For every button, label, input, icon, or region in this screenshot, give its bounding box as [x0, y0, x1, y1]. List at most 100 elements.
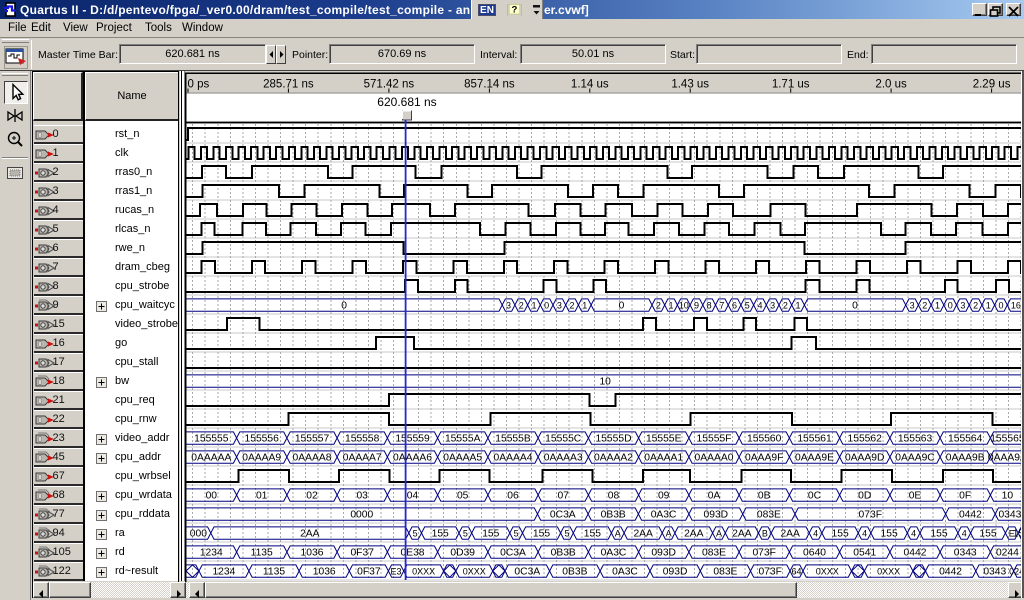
svg-text:0AAAAA: 0AAAAA	[191, 453, 231, 464]
svg-text:093D: 093D	[651, 548, 676, 559]
svg-text:155: 155	[832, 529, 849, 540]
svg-text:9: 9	[694, 301, 699, 311]
svg-text:1234: 1234	[212, 567, 235, 578]
svg-text:A: A	[716, 529, 722, 539]
svg-text:4: 4	[757, 301, 762, 311]
svg-text:620.681 ns: 620.681 ns	[377, 95, 436, 109]
svg-text:4: 4	[813, 529, 818, 539]
svg-text:03: 03	[356, 491, 368, 502]
svg-text:1: 1	[582, 301, 587, 311]
svg-text:000: 000	[190, 529, 207, 540]
svg-text:5: 5	[514, 529, 519, 539]
svg-text:155: 155	[533, 529, 550, 540]
svg-text:E3: E3	[390, 567, 401, 577]
svg-text:A: A	[615, 529, 621, 539]
svg-text:083E: 083E	[713, 567, 737, 578]
svg-text:073F: 073F	[859, 510, 882, 521]
svg-text:155555: 155555	[194, 434, 229, 445]
svg-text:0A3C: 0A3C	[612, 567, 638, 578]
svg-text:3: 3	[557, 301, 562, 311]
svg-text:01: 01	[256, 491, 268, 502]
svg-text:0A: 0A	[708, 491, 721, 502]
svg-text:07: 07	[557, 491, 569, 502]
svg-text:0A3C: 0A3C	[651, 510, 677, 521]
svg-text:2: 2	[783, 301, 788, 311]
svg-text:08: 08	[608, 491, 620, 502]
svg-text:02: 02	[306, 491, 318, 502]
svg-text:6: 6	[732, 301, 737, 311]
svg-text:0343: 0343	[998, 510, 1021, 521]
svg-text:3: 3	[960, 301, 965, 311]
svg-text:155: 155	[482, 529, 499, 540]
svg-text:5: 5	[745, 301, 750, 311]
svg-text:0F37: 0F37	[357, 567, 381, 578]
svg-text:3: 3	[506, 301, 511, 311]
svg-text:3: 3	[770, 301, 775, 311]
svg-text:0D39: 0D39	[450, 548, 475, 559]
svg-text:155558: 155558	[345, 434, 380, 445]
svg-text:06: 06	[507, 491, 519, 502]
svg-text:073F: 073F	[752, 548, 775, 559]
svg-text:0: 0	[998, 301, 1003, 311]
svg-text:155561: 155561	[797, 434, 832, 445]
svg-text:155: 155	[930, 529, 947, 540]
svg-text:0: 0	[544, 301, 549, 311]
svg-text:0B: 0B	[758, 491, 771, 502]
svg-text:2AA: 2AA	[633, 529, 653, 540]
svg-text:15555B: 15555B	[495, 434, 531, 445]
svg-text:0C: 0C	[808, 491, 822, 502]
svg-text:0AAA9B: 0AAA9B	[946, 453, 985, 464]
svg-text:0XXX: 0XXX	[877, 567, 900, 577]
svg-text:0F37: 0F37	[350, 548, 374, 559]
svg-text:1: 1	[986, 301, 991, 311]
svg-text:0XXX: 0XXX	[412, 567, 435, 577]
svg-text:0541: 0541	[853, 548, 876, 559]
svg-text:083E: 083E	[702, 548, 726, 559]
svg-text:0AAA9E: 0AAA9E	[795, 453, 834, 464]
svg-text:0AAAA0: 0AAAA0	[695, 453, 734, 464]
svg-text:2AA: 2AA	[300, 529, 320, 540]
svg-text:2: 2	[569, 301, 574, 311]
svg-text:0AAAA6: 0AAAA6	[393, 453, 432, 464]
svg-text:2: 2	[519, 301, 524, 311]
svg-text:155565: 155565	[990, 434, 1024, 445]
svg-text:0AAAA7: 0AAAA7	[343, 453, 382, 464]
svg-text:0343: 0343	[954, 548, 977, 559]
svg-text:0000: 0000	[350, 510, 373, 521]
svg-text:10: 10	[1002, 491, 1014, 502]
svg-text:0B3B: 0B3B	[551, 548, 576, 559]
svg-text:05: 05	[457, 491, 469, 502]
svg-text:093D: 093D	[663, 567, 688, 578]
svg-text:0A3C: 0A3C	[601, 548, 627, 559]
svg-text:0AAA9A: 0AAA9A	[988, 453, 1024, 464]
svg-text:B: B	[762, 529, 768, 539]
svg-text:155: 155	[584, 529, 601, 540]
svg-text:155563: 155563	[898, 434, 933, 445]
svg-text:0B3B: 0B3B	[562, 567, 587, 578]
svg-text:5: 5	[564, 529, 569, 539]
svg-text:09: 09	[658, 491, 670, 502]
svg-text:1: 1	[795, 301, 800, 311]
svg-text:083E: 083E	[757, 510, 781, 521]
svg-text:155560: 155560	[747, 434, 782, 445]
svg-text:155559: 155559	[395, 434, 430, 445]
svg-text:4: 4	[911, 529, 916, 539]
svg-text:15555D: 15555D	[595, 434, 631, 445]
svg-text:1036: 1036	[301, 548, 324, 559]
svg-text:5: 5	[463, 529, 468, 539]
svg-text:7: 7	[719, 301, 724, 311]
svg-text:0442: 0442	[939, 567, 962, 578]
svg-text:2AA: 2AA	[684, 529, 704, 540]
svg-text:0AAAA5: 0AAAA5	[443, 453, 482, 464]
svg-text:155: 155	[979, 529, 996, 540]
svg-text:1135: 1135	[251, 548, 273, 559]
svg-text:16: 16	[1011, 301, 1021, 311]
svg-text:0640: 0640	[803, 548, 826, 559]
svg-text:?: ?	[512, 4, 518, 15]
svg-text:1: 1	[668, 301, 673, 311]
svg-text:0AAAA1: 0AAAA1	[644, 453, 683, 464]
svg-text:155557: 155557	[295, 434, 330, 445]
svg-text:0: 0	[619, 301, 625, 312]
svg-text:0343: 0343	[983, 567, 1006, 578]
svg-text:64: 64	[791, 567, 801, 577]
